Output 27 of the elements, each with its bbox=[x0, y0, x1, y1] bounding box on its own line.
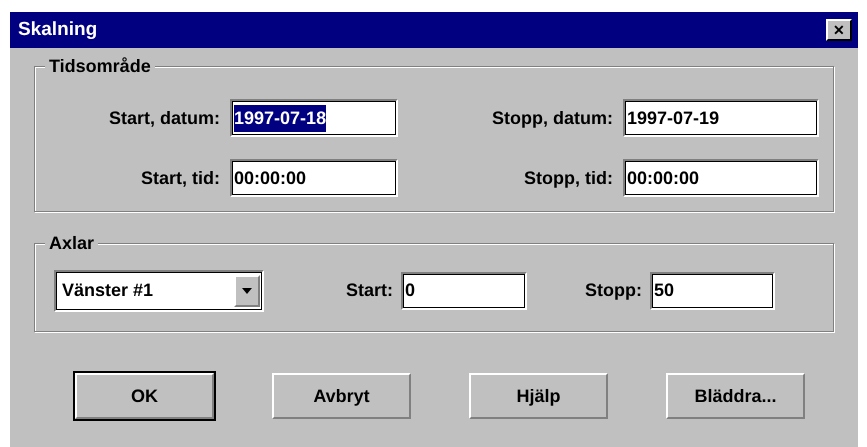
axis-dropdown[interactable]: Vänster #1 bbox=[54, 270, 264, 312]
text-field[interactable]: 50 bbox=[650, 272, 775, 310]
field-value: 1997-07-19 bbox=[627, 106, 720, 130]
dialog-button[interactable]: Avbryt bbox=[272, 373, 411, 419]
dropdown-button[interactable] bbox=[234, 274, 260, 306]
field-value: 00:00:00 bbox=[627, 166, 700, 190]
field-value: 00:00:00 bbox=[234, 166, 306, 190]
dialog-button[interactable]: Hjälp bbox=[469, 373, 608, 419]
field-label: Stopp, tid: bbox=[523, 166, 614, 190]
field-value: 1997-07-18 bbox=[234, 104, 326, 132]
field-label: Stopp: bbox=[585, 279, 642, 302]
text-field[interactable]: 0 bbox=[401, 272, 528, 310]
text-field[interactable]: 00:00:00 bbox=[623, 159, 819, 197]
window-title: Skalning bbox=[18, 18, 98, 42]
dialog-button[interactable]: OK bbox=[75, 373, 214, 419]
field-label: Stopp, datum: bbox=[491, 106, 614, 130]
field-label: Start, tid: bbox=[140, 166, 221, 190]
field-label: Start: bbox=[346, 279, 394, 302]
close-button[interactable]: ✕ bbox=[826, 19, 852, 41]
field-value: 0 bbox=[405, 279, 416, 302]
field-label: Start, datum: bbox=[108, 106, 221, 130]
text-field[interactable]: 00:00:00 bbox=[230, 159, 398, 197]
dialog-button[interactable]: Bläddra... bbox=[666, 373, 805, 419]
caret-icon bbox=[242, 288, 252, 294]
text-field[interactable]: 1997-07-19 bbox=[623, 99, 819, 137]
text-field[interactable]: 1997-07-18 bbox=[230, 99, 398, 137]
field-value: 50 bbox=[654, 279, 674, 302]
